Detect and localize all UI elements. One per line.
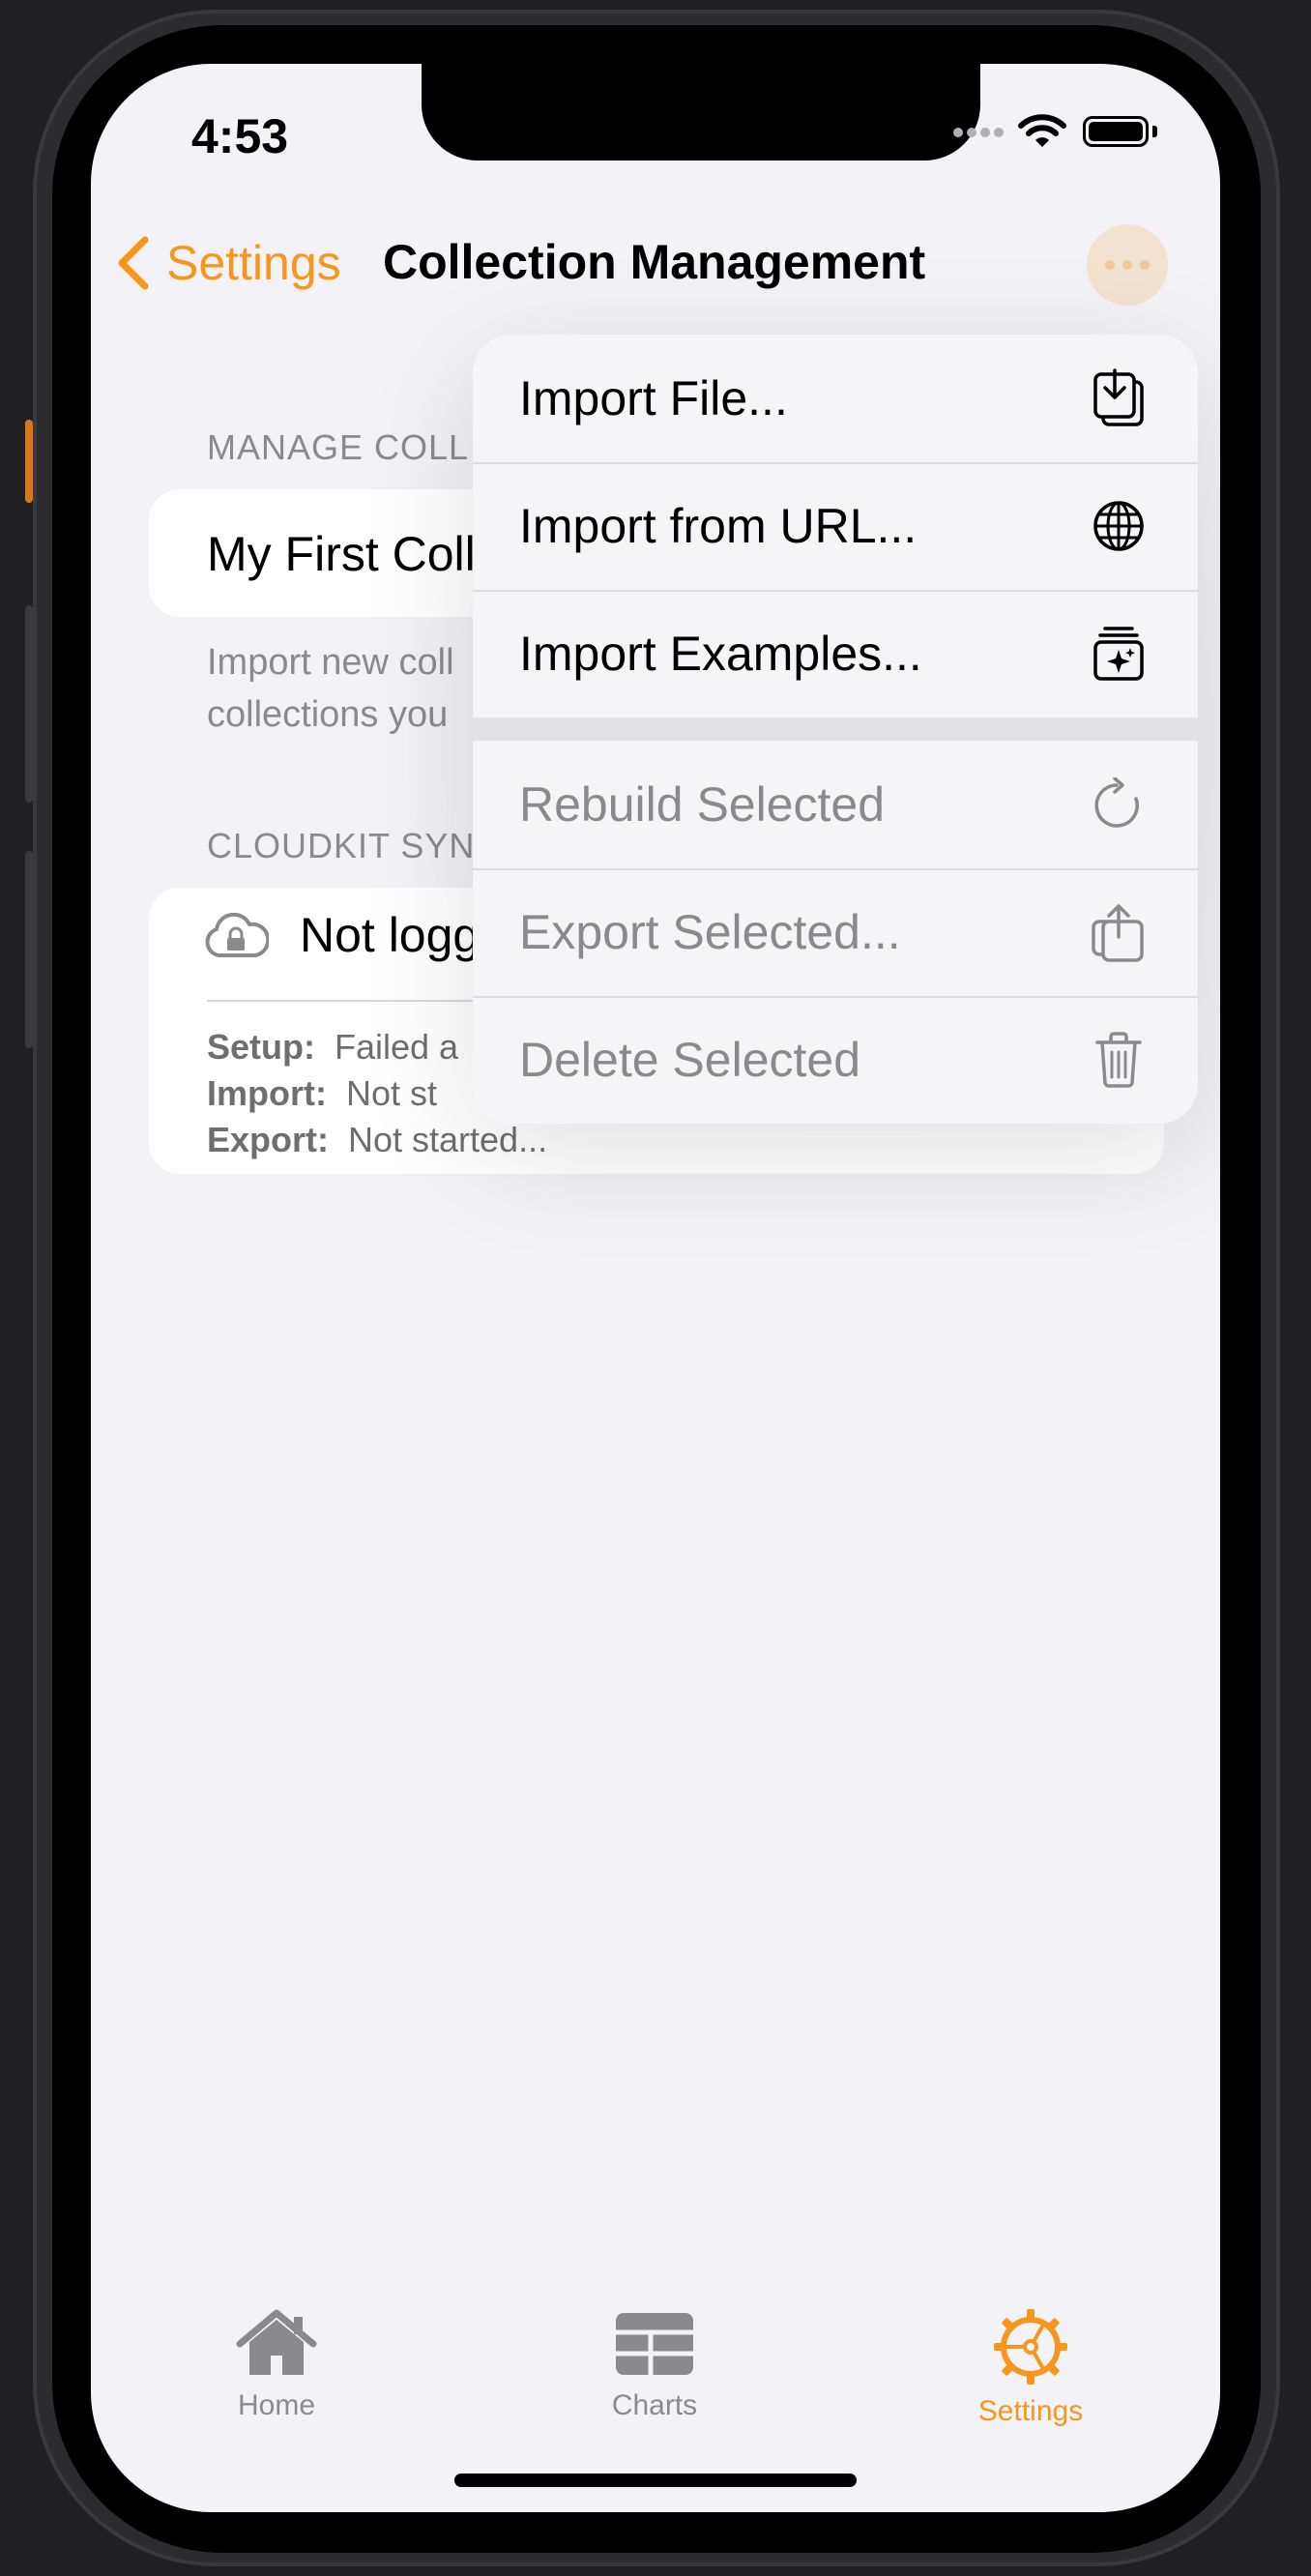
tab-charts-label: Charts xyxy=(611,2389,698,2421)
house-icon xyxy=(236,2309,317,2375)
export-selected-label: Export Selected... xyxy=(519,905,901,959)
volume-up-button xyxy=(25,605,33,803)
import-examples-menu-item[interactable]: Import Examples... xyxy=(473,590,1198,717)
import-url-label: Import from URL... xyxy=(519,499,918,553)
ellipsis-icon xyxy=(1105,260,1115,270)
status-time: 4:53 xyxy=(191,109,289,163)
delete-selected-label: Delete Selected xyxy=(519,1033,861,1087)
sync-setup-line: Setup: Failed a xyxy=(207,1027,458,1068)
globe-icon xyxy=(1090,497,1148,555)
import-file-label: Import File... xyxy=(519,371,788,425)
gear-icon xyxy=(994,2309,1067,2385)
import-url-menu-item[interactable]: Import from URL... xyxy=(473,462,1198,590)
share-icon xyxy=(1090,903,1148,962)
import-file-icon xyxy=(1090,368,1148,427)
import-file-menu-item[interactable]: Import File... xyxy=(473,335,1198,462)
battery-icon xyxy=(1083,116,1149,147)
rebuild-selected-label: Rebuild Selected xyxy=(519,777,886,832)
manage-collections-header: MANAGE COLL xyxy=(207,427,470,467)
sync-status: Not logg xyxy=(300,908,481,962)
sparkles-stack-icon xyxy=(1090,625,1148,683)
sync-import-line: Import: Not st xyxy=(207,1073,437,1114)
battery-cap xyxy=(1152,126,1157,137)
cellular-signal-icon xyxy=(953,128,1004,139)
menu-group-divider xyxy=(473,717,1198,741)
setup-value: Failed a xyxy=(335,1027,459,1067)
trash-icon xyxy=(1090,1031,1148,1089)
tab-home[interactable]: Home xyxy=(180,2309,373,2422)
tab-charts[interactable]: Charts xyxy=(558,2309,751,2422)
delete-selected-menu-item: Delete Selected xyxy=(473,996,1198,1124)
page-title: Collection Management xyxy=(383,235,926,289)
refresh-icon xyxy=(1090,776,1148,834)
wifi-icon xyxy=(1018,114,1066,147)
export-value: Not started... xyxy=(348,1120,548,1159)
setup-label: Setup: xyxy=(207,1027,315,1067)
import-examples-label: Import Examples... xyxy=(519,627,922,681)
tab-home-label: Home xyxy=(237,2389,316,2421)
more-options-button[interactable] xyxy=(1087,224,1168,306)
chevron-left-icon xyxy=(118,236,149,290)
import-value: Not st xyxy=(345,1073,438,1113)
table-grid-icon xyxy=(616,2313,693,2375)
screen: 4:53 Settings Collection Management MANA… xyxy=(91,64,1220,2512)
cloud-lock-icon xyxy=(205,913,269,957)
silent-switch xyxy=(25,420,33,503)
sync-export-line: Export: Not started... xyxy=(207,1120,547,1160)
back-button[interactable]: Settings xyxy=(114,234,341,292)
tab-settings-label: Settings xyxy=(977,2395,1084,2427)
export-label: Export: xyxy=(207,1120,329,1159)
volume-down-button xyxy=(25,851,33,1048)
collection-name: My First Coll xyxy=(207,527,476,581)
more-options-menu: Import File... Import from URL... Import… xyxy=(473,335,1198,1124)
import-label: Import: xyxy=(207,1073,327,1113)
tab-settings[interactable]: Settings xyxy=(934,2309,1127,2428)
manage-footer-line2: collections you xyxy=(207,694,449,735)
status-icons xyxy=(953,112,1166,151)
rebuild-selected-menu-item: Rebuild Selected xyxy=(473,741,1198,868)
export-selected-menu-item: Export Selected... xyxy=(473,868,1198,996)
back-button-label: Settings xyxy=(166,236,341,290)
cloudkit-sync-header: CLOUDKIT SYN xyxy=(207,826,476,865)
home-indicator xyxy=(454,2474,857,2487)
notch xyxy=(422,64,980,161)
manage-footer-line1: Import new coll xyxy=(207,642,454,683)
